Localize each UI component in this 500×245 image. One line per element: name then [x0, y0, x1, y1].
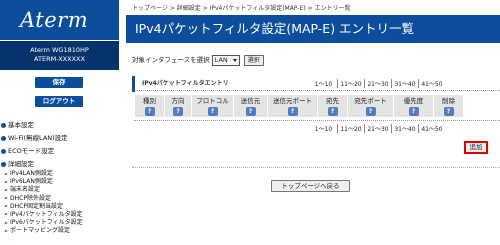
device-name: ATERM-XXXXXX: [34, 55, 85, 63]
divider: [132, 167, 500, 168]
help-icon[interactable]: ?: [365, 107, 376, 116]
submenu-label: 端末名設定: [10, 186, 41, 194]
pager-link[interactable]: 11〜20: [337, 79, 364, 88]
arrow-right-icon: [5, 213, 8, 216]
menu-item-label: Wi-Fi(無線LAN)設定: [8, 134, 68, 142]
submenu-label: DHCP固定割当設定: [10, 202, 63, 210]
column-header-label: 送信元ポート: [273, 97, 312, 105]
submenu-item-port-mapping[interactable]: ポートマッピング設定: [1, 227, 119, 235]
bullet-icon: [1, 123, 6, 128]
submenu-label: IPv6LAN側設定: [10, 178, 53, 186]
pager-link[interactable]: 21〜30: [364, 79, 391, 88]
device-info: Aterm WG1810HP ATERM-XXXXXX: [0, 41, 119, 70]
advanced-submenu: IPv4LAN側設定 IPv6LAN側設定 端末名設定 DHCP除外設定 DHC…: [1, 170, 119, 236]
submenu-label: ポートマッピング設定: [10, 227, 71, 235]
submenu-item-dhcp-fixed[interactable]: DHCP固定割当設定: [1, 203, 119, 211]
submenu-label: IPv4パケットフィルタ設定: [10, 210, 83, 218]
arrow-right-icon: [5, 197, 8, 200]
pager-link[interactable]: 31〜40: [391, 79, 418, 88]
column-header-label: 送信元: [240, 97, 261, 105]
model-name: Aterm WG1810HP: [30, 46, 89, 54]
logo-area: Aterm: [0, 0, 119, 40]
arrow-right-icon: [5, 180, 8, 183]
menu-item-wifi[interactable]: Wi-Fi(無線LAN)設定: [1, 132, 119, 145]
menu-item-label: 基本設定: [8, 121, 34, 129]
select-button[interactable]: 選択: [243, 54, 264, 66]
arrow-right-icon: [5, 221, 8, 224]
divider: [134, 90, 500, 91]
entry-section-title: IPv4パケットフィルタエントリ: [142, 80, 229, 87]
menu-item-label: 詳細設定: [8, 160, 34, 168]
column-header-label: 種別: [143, 97, 156, 105]
help-icon[interactable]: ?: [443, 107, 454, 116]
submenu-label: IPv4LAN側設定: [10, 170, 53, 177]
help-icon[interactable]: ?: [408, 107, 419, 116]
help-icon[interactable]: ?: [144, 107, 155, 116]
arrow-right-icon: [5, 229, 8, 232]
divider: [134, 120, 500, 121]
submenu-item-ipv4-filter[interactable]: IPv4パケットフィルタ設定: [1, 211, 119, 219]
pager-link[interactable]: 1〜10: [310, 124, 337, 133]
table-header-row: 種別? 方向? プロトコル? 送信元? 送信元ポート? 宛先? 宛先ポート? 優…: [134, 94, 464, 118]
menu-item-basic[interactable]: 基本設定: [1, 119, 119, 132]
column-header-label: 優先度: [403, 97, 424, 105]
breadcrumb[interactable]: トップページ > 詳細設定 > IPv4パケットフィルタ設定(MAP-E) > …: [132, 3, 350, 12]
column-header-label: 宛先: [326, 97, 339, 105]
column-header-label: 宛先ポート: [354, 97, 387, 105]
submenu-label: IPv6パケットフィルタ設定: [10, 219, 83, 227]
interface-label: 対象インタフェースを選択: [132, 56, 210, 64]
help-icon[interactable]: ?: [207, 107, 218, 116]
menu-item-eco[interactable]: ECOモード設定: [1, 145, 119, 158]
arrow-right-icon: [5, 205, 8, 208]
column-header-type: 種別?: [134, 94, 165, 118]
add-button[interactable]: 追加: [464, 141, 488, 154]
arrow-right-icon: [5, 188, 8, 191]
pager-link[interactable]: 11〜20: [337, 124, 364, 133]
column-header-source: 送信元?: [233, 94, 268, 118]
save-button[interactable]: 保存: [34, 76, 84, 89]
pager-top: 1〜10 11〜20 21〜30 31〜40 41〜50: [310, 79, 445, 88]
help-icon[interactable]: ?: [173, 107, 183, 116]
page-title: IPv4パケットフィルタ設定(MAP-E) エントリ一覧: [126, 15, 500, 43]
column-header-protocol: プロトコル?: [191, 94, 234, 118]
bullet-icon: [1, 162, 6, 167]
filter-entry-table: 種別? 方向? プロトコル? 送信元? 送信元ポート? 宛先? 宛先ポート? 優…: [134, 94, 464, 118]
pager-link[interactable]: 1〜10: [310, 79, 337, 88]
column-header-destination-port: 宛先ポート?: [347, 94, 394, 118]
bullet-icon: [1, 136, 6, 141]
submenu-item-dhcp-exclude[interactable]: DHCP除外設定: [1, 195, 119, 203]
pager-link[interactable]: 31〜40: [391, 124, 418, 133]
column-header-delete: 削除?: [433, 94, 464, 118]
pager-link[interactable]: 21〜30: [364, 124, 391, 133]
column-header-label: 削除: [442, 97, 455, 105]
column-header-destination: 宛先?: [317, 94, 348, 118]
chevron-down-icon: [232, 58, 237, 62]
pager-bottom: 1〜10 11〜20 21〜30 31〜40 41〜50: [310, 124, 445, 133]
bullet-icon: [1, 149, 6, 154]
column-header-priority: 優先度?: [393, 94, 434, 118]
submenu-label: DHCP除外設定: [10, 194, 51, 202]
help-icon[interactable]: ?: [245, 107, 256, 116]
arrow-right-icon: [5, 172, 8, 175]
interface-select[interactable]: LAN: [211, 54, 240, 66]
submenu-item-ipv4-lan[interactable]: IPv4LAN側設定: [1, 170, 119, 178]
menu-item-label: ECOモード設定: [8, 147, 55, 155]
pager-link[interactable]: 41〜50: [418, 124, 445, 133]
side-menu: 基本設定 Wi-Fi(無線LAN)設定 ECOモード設定 詳細設定 IPv4LA…: [1, 119, 119, 236]
sidebar: Aterm Aterm WG1810HP ATERM-XXXXXX 保存 ログア…: [0, 0, 119, 245]
interface-selector: 対象インタフェースを選択 LAN 選択: [132, 54, 264, 66]
column-header-source-port: 送信元ポート?: [267, 94, 318, 118]
aterm-logo: Aterm: [20, 8, 89, 32]
help-icon[interactable]: ?: [287, 107, 298, 116]
help-icon[interactable]: ?: [327, 107, 338, 116]
column-header-direction: 方向?: [164, 94, 192, 118]
interface-selected-value: LAN: [214, 55, 228, 64]
back-to-top-button[interactable]: トップページへ戻る: [271, 180, 350, 192]
column-header-label: プロトコル: [196, 97, 229, 105]
pager-link[interactable]: 41〜50: [418, 79, 445, 88]
column-header-label: 方向: [171, 97, 185, 105]
logout-button[interactable]: ログアウト: [34, 95, 84, 108]
submenu-item-hostname[interactable]: 端末名設定: [1, 186, 119, 194]
